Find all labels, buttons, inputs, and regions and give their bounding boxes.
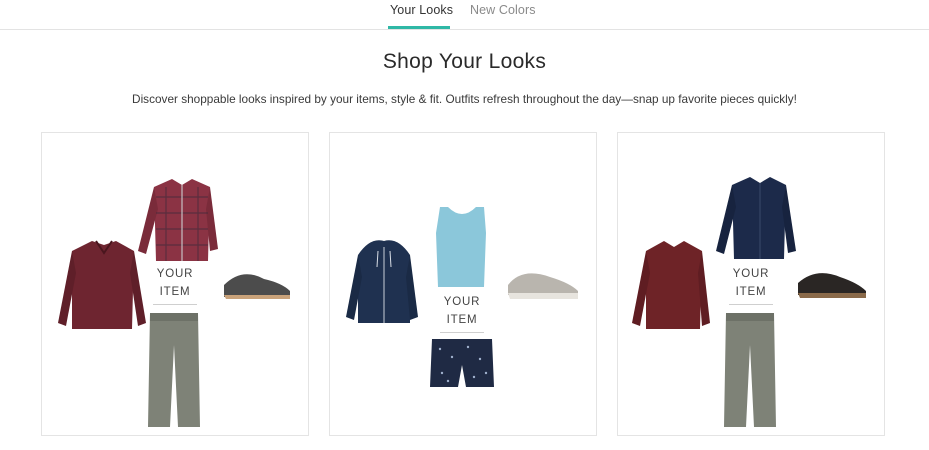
- your-item-line-1: YOUR: [443, 296, 481, 308]
- black-oxford-shoes-image: [798, 273, 866, 298]
- burgundy-sweater-image: [58, 240, 146, 329]
- navy-print-shorts-image: [430, 339, 494, 387]
- your-item-line-2: ITEM: [735, 286, 767, 298]
- look-card-2[interactable]: YOUR ITEM: [329, 132, 597, 436]
- page-title: Shop Your Looks: [382, 50, 547, 73]
- your-item-line-1: YOUR: [156, 268, 194, 280]
- your-item-label: YOUR ITEM: [716, 265, 786, 305]
- your-item-line-1: YOUR: [732, 268, 770, 280]
- your-item-divider: [153, 304, 197, 305]
- grey-sneakers-image: [508, 273, 578, 299]
- your-item-line-2: ITEM: [446, 314, 478, 326]
- look-card-3[interactable]: YOUR ITEM: [617, 132, 885, 436]
- look-2-image: [346, 207, 578, 387]
- navy-hoodie-image: [346, 240, 418, 323]
- tab-your-looks[interactable]: Your Looks: [390, 3, 453, 17]
- grey-sneakers-image: [224, 274, 290, 299]
- light-blue-tank-top-image: [436, 207, 486, 287]
- active-tab-indicator: [388, 26, 450, 29]
- grey-chino-pants-image: [724, 313, 776, 427]
- navy-button-shirt-image: [716, 177, 796, 259]
- page-subtitle: Discover shoppable looks inspired by you…: [132, 92, 797, 106]
- your-item-label: YOUR ITEM: [140, 265, 210, 305]
- grey-chino-pants-image: [148, 313, 200, 427]
- tab-new-colors[interactable]: New Colors: [470, 3, 536, 17]
- look-card-1[interactable]: YOUR ITEM: [41, 132, 309, 436]
- your-item-divider: [440, 332, 484, 333]
- your-item-divider: [729, 304, 773, 305]
- burgundy-sweater-image: [632, 241, 710, 329]
- tab-bar: Your Looks New Colors: [0, 0, 929, 30]
- red-plaid-shirt-image: [138, 179, 218, 261]
- your-item-line-2: ITEM: [159, 286, 191, 298]
- your-item-label: YOUR ITEM: [427, 293, 497, 333]
